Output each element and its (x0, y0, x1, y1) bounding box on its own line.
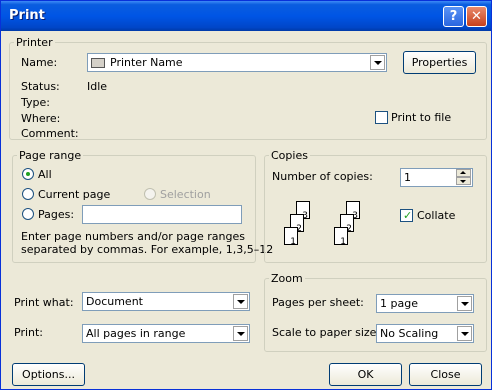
status-label: Status: (21, 80, 60, 93)
scale-to-paper-label: Scale to paper size: (272, 326, 381, 339)
dialog-body: Printer Name: Printer Name Properties St… (4, 31, 488, 387)
print-what-select[interactable]: Document (82, 292, 250, 311)
copies-spin-buttons[interactable] (456, 169, 471, 186)
print-label: Print: (14, 326, 44, 339)
close-button[interactable]: Close (409, 363, 482, 386)
spin-up-icon[interactable] (456, 169, 471, 177)
pages-per-sheet-label: Pages per sheet: (272, 296, 364, 309)
radio-selection[interactable] (144, 188, 156, 200)
page-stack-a-1: 1 (284, 227, 298, 247)
where-label: Where: (21, 112, 61, 125)
printer-name-label: Name: (21, 56, 58, 69)
pages-per-sheet-value: 1 page (380, 297, 418, 310)
collate-label: Collate (417, 209, 456, 222)
dialog-title: Print (9, 8, 45, 23)
help-icon: ? (449, 9, 458, 24)
chevron-down-icon[interactable] (233, 326, 248, 341)
print-to-file-label: Print to file (391, 111, 452, 124)
print-range-value: All pages in range (86, 327, 186, 340)
print-what-value: Document (86, 295, 143, 308)
pages-input[interactable] (82, 205, 242, 224)
radio-pages[interactable] (22, 208, 34, 220)
page-range-hint-line2: separated by commas. For example, 1,3,5–… (21, 243, 274, 256)
pages-per-sheet-select[interactable]: 1 page (376, 294, 474, 313)
radio-all[interactable] (22, 168, 34, 180)
printer-legend: Printer (16, 36, 53, 49)
page-range-hint-line1: Enter page numbers and/or page ranges (21, 230, 245, 243)
scale-to-paper-value: No Scaling (380, 327, 439, 340)
properties-button[interactable]: Properties (403, 51, 476, 74)
chevron-down-icon[interactable] (233, 294, 248, 309)
spin-down-icon[interactable] (456, 177, 471, 185)
comment-label: Comment: (21, 127, 79, 140)
radio-all-label: All (38, 168, 52, 181)
ok-button[interactable]: OK (329, 363, 402, 386)
scale-to-paper-select[interactable]: No Scaling (376, 324, 474, 343)
title-bar[interactable]: Print ? ✕ (1, 1, 491, 31)
title-close-button[interactable]: ✕ (466, 6, 487, 27)
page-stack-b-1: 1 (334, 227, 348, 247)
chevron-down-icon[interactable] (457, 326, 472, 341)
page-range-legend: Page range (19, 149, 82, 162)
print-dialog: Print ? ✕ Printer Name: Printer Name Pro… (0, 0, 492, 390)
type-label: Type: (21, 96, 50, 109)
collate-checkbox[interactable]: ✓ (400, 209, 413, 222)
print-to-file-checkbox[interactable] (375, 111, 388, 124)
printer-name-select[interactable]: Printer Name (87, 53, 387, 72)
zoom-legend: Zoom (271, 272, 303, 285)
copies-legend: Copies (271, 149, 308, 162)
copies-value: 1 (404, 171, 411, 184)
help-button[interactable]: ? (443, 6, 464, 27)
radio-current-page[interactable] (22, 188, 34, 200)
radio-current-page-label: Current page (38, 188, 111, 201)
copies-spinbox[interactable]: 1 (400, 168, 473, 187)
radio-pages-label: Pages: (38, 208, 75, 221)
status-value: Idle (87, 80, 108, 93)
checkmark-icon: ✓ (403, 209, 413, 222)
chevron-down-icon[interactable] (457, 296, 472, 311)
number-of-copies-label: Number of copies: (272, 170, 373, 183)
close-icon: ✕ (471, 9, 482, 24)
print-range-select[interactable]: All pages in range (82, 324, 250, 343)
chevron-down-icon[interactable] (370, 55, 385, 70)
printer-icon (91, 58, 105, 68)
radio-selection-label: Selection (160, 188, 211, 201)
print-what-label: Print what: (14, 296, 74, 309)
printer-name-value: Printer Name (110, 56, 183, 69)
options-button[interactable]: Options... (12, 363, 85, 386)
